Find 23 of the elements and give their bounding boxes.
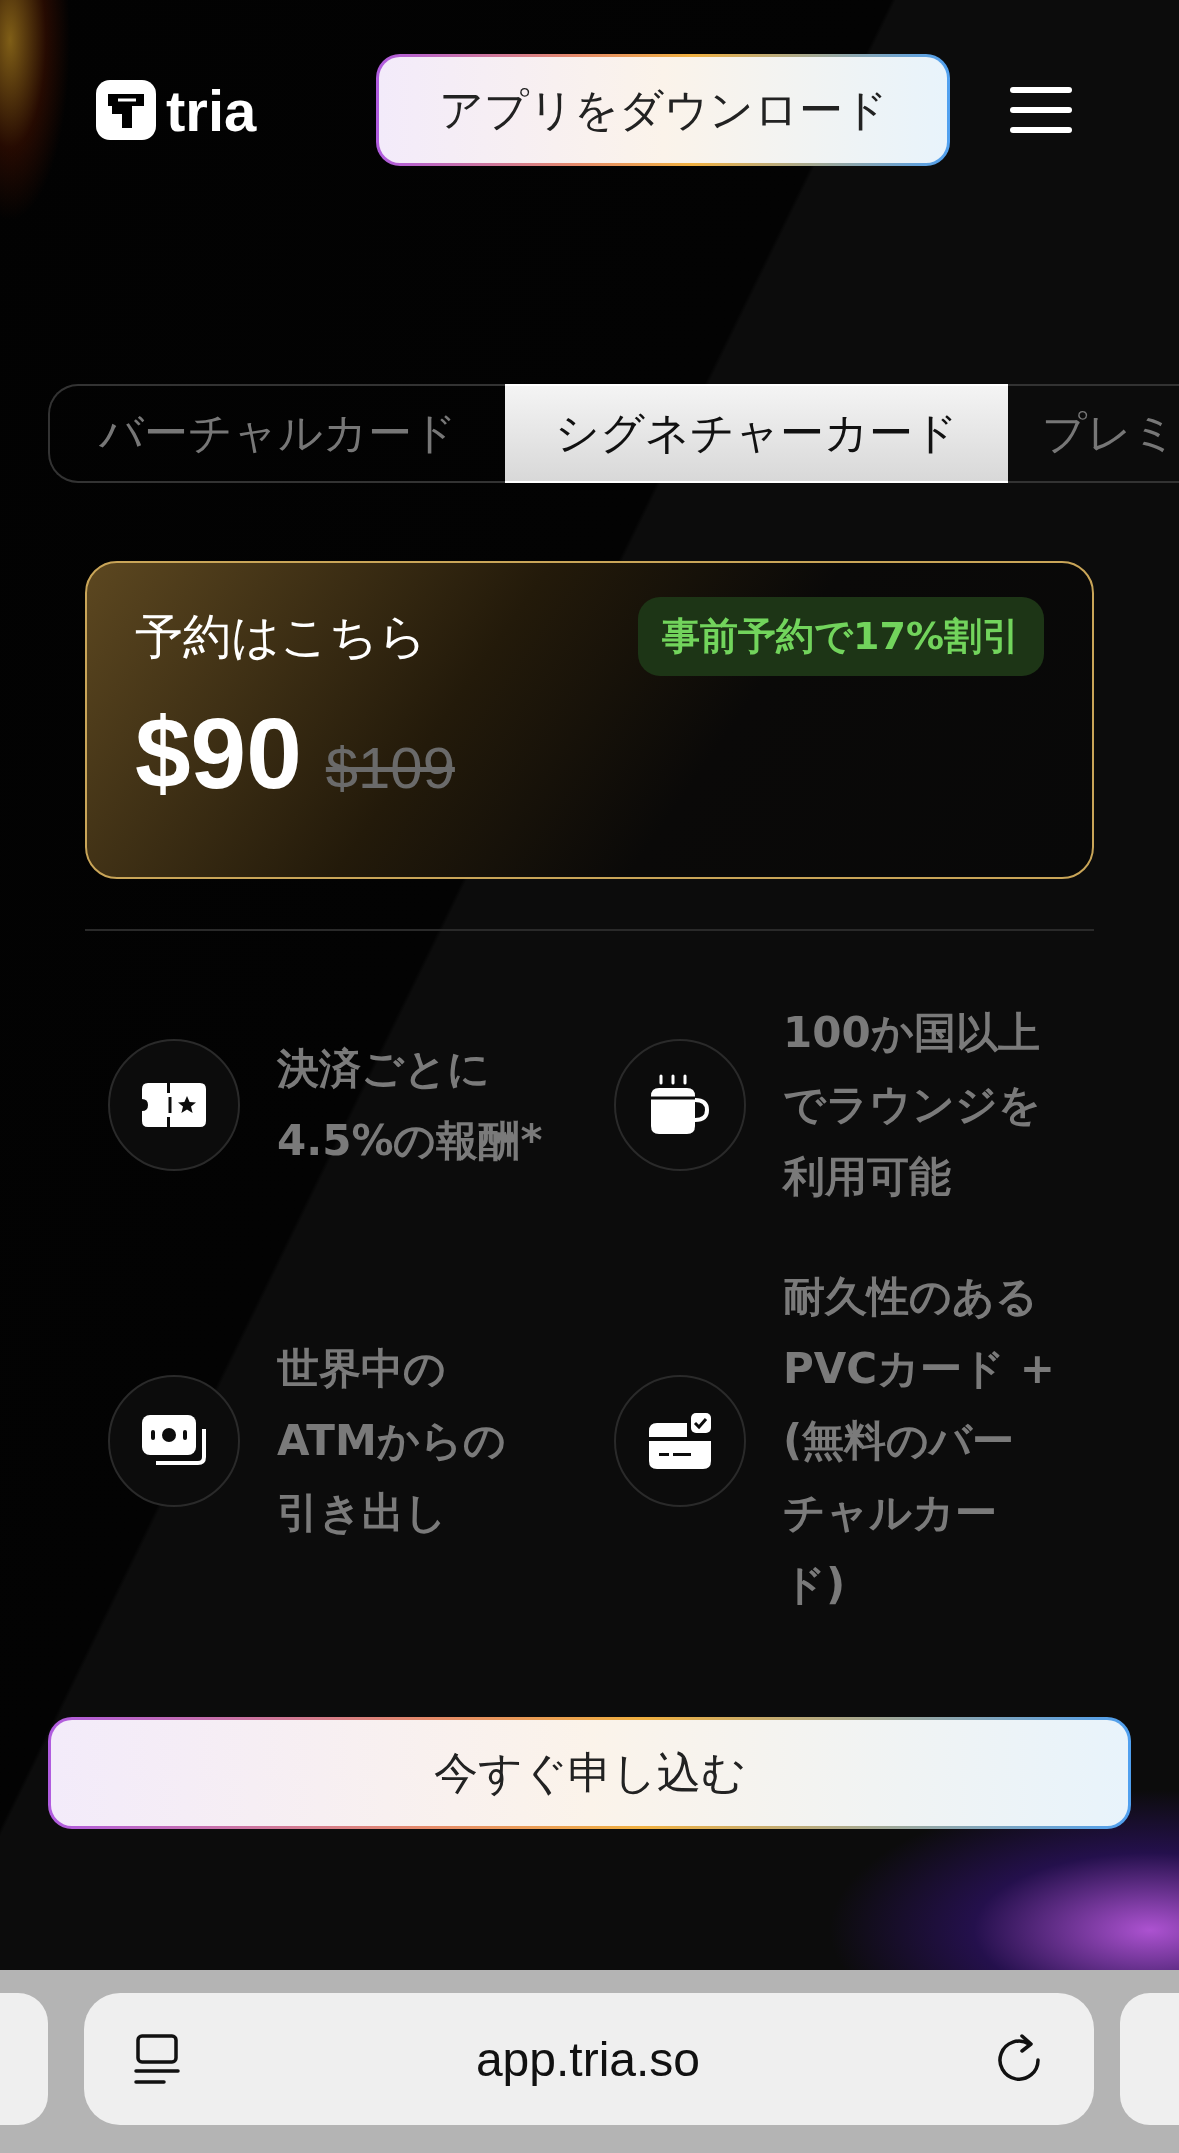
card-type-tab[interactable]: シグネチャーカード [505,384,1008,483]
menu-icon[interactable] [1010,85,1072,135]
price: $90 [135,696,302,811]
feature-text: 決済ごとに 4.5%の報酬* [277,1043,543,1167]
address-bar[interactable]: app.tria.so [84,1993,1094,2125]
cash-icon [142,1415,206,1467]
logo-text: tria [166,76,257,144]
coffee-cup-icon [649,1074,711,1136]
card-type-tab[interactable]: プレミ [1008,384,1179,483]
card-title: 予約はこちら [135,606,427,666]
feature-text: 耐久性のある PVCカード + (無料のバー チャルカー ド) [783,1271,1055,1611]
card-type-tab[interactable]: バーチャルカード [48,384,505,483]
feature-text: 100か国以上 でラウンジを 利用可能 [783,1007,1041,1203]
logo-icon [96,80,156,140]
old-price: $109 [325,734,455,801]
reader-icon [134,2034,180,2084]
discount-badge: 事前予約で17%割引 [638,597,1044,676]
download-app-button[interactable]: アプリをダウンロード [376,54,950,166]
card-check-icon [649,1413,711,1469]
feature-text: 世界中の ATMからの 引き出し [277,1343,506,1539]
url-text: app.tria.so [475,2031,701,2087]
apply-now-button[interactable]: 今すぐ申し込む [48,1717,1131,1829]
ticket-icon [142,1083,206,1127]
